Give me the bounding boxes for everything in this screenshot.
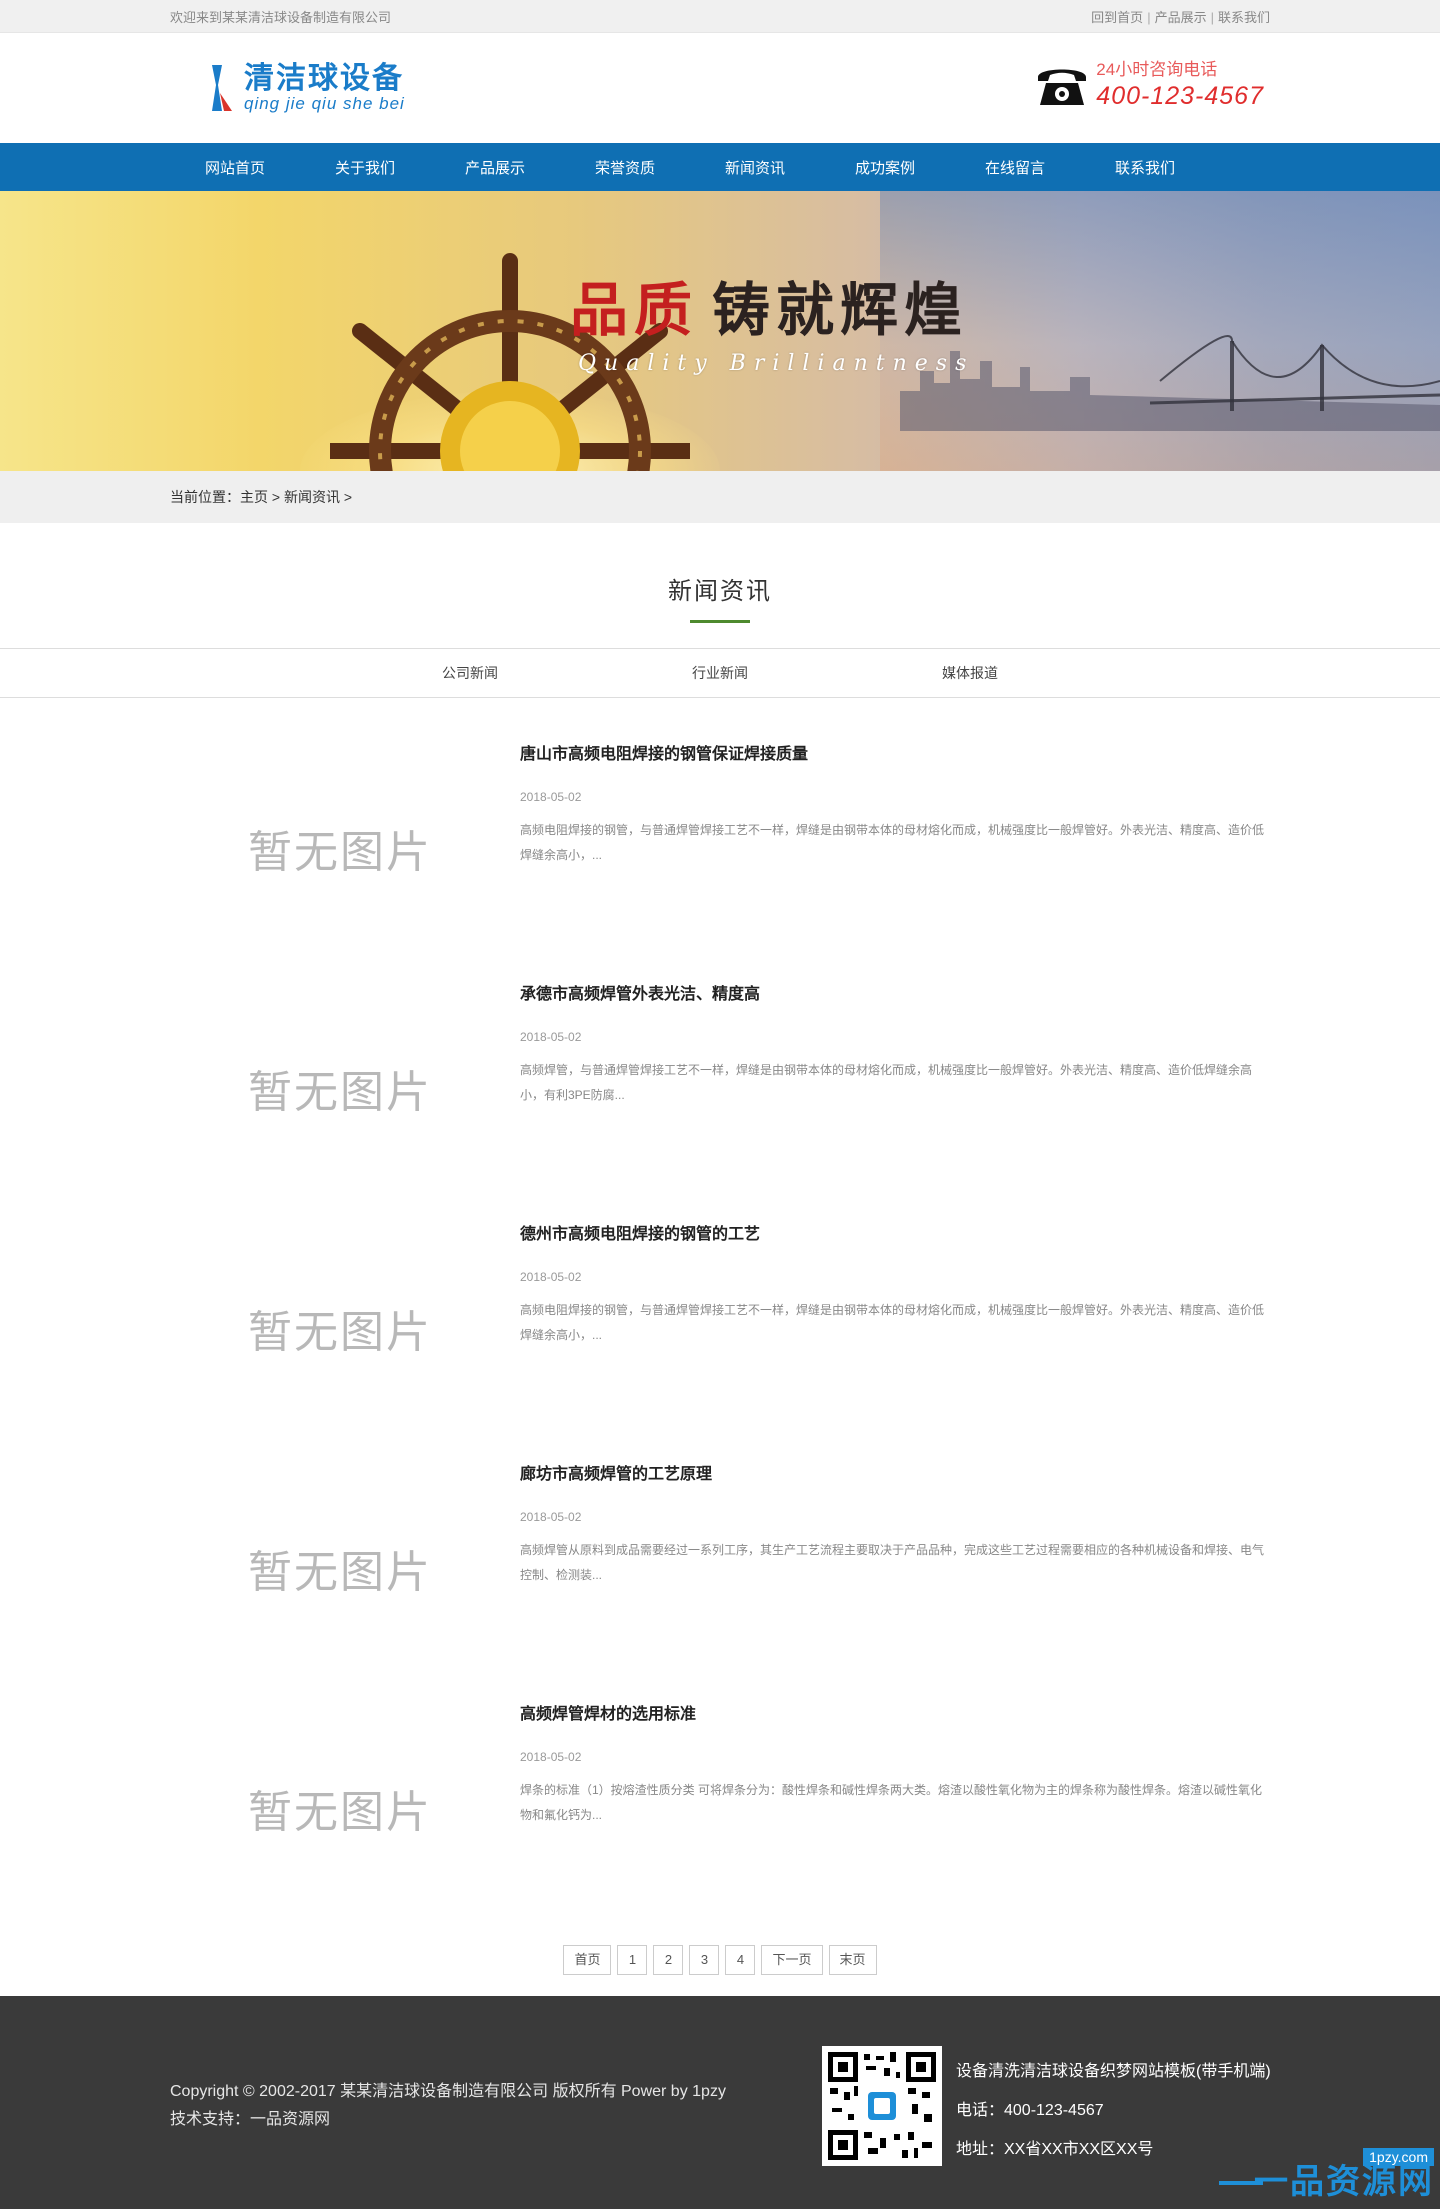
page-next-button[interactable]: 下一页: [761, 1945, 823, 1975]
news-thumbnail[interactable]: 暂无图片: [230, 988, 450, 1188]
top-links: 回到首页 | 产品展示 | 联系我们: [1091, 10, 1270, 25]
news-title[interactable]: 承德市高频焊管外表光洁、精度高: [520, 984, 1270, 1006]
main-nav: 网站首页 关于我们 产品展示 荣誉资质 新闻资讯 成功案例 在线留言 联系我们: [0, 143, 1440, 191]
page-first-button[interactable]: 首页: [563, 1945, 612, 1975]
breadcrumb: 当前位置：主页 > 新闻资讯 >: [0, 471, 1440, 523]
banner-slogan: 品质 铸就辉煌: [570, 263, 968, 347]
news-summary: 高频焊管，与普通焊管焊接工艺不一样，焊缝是由钢带本体的母材熔化而成，机械强度比一…: [520, 1063, 1253, 1102]
news-date: 2018-05-02: [520, 1270, 582, 1284]
page-2-button[interactable]: 2: [653, 1945, 684, 1975]
news-thumbnail[interactable]: 暂无图片: [230, 748, 450, 948]
banner-slogan-red: 品质: [570, 276, 699, 344]
breadcrumb-home[interactable]: 主页: [240, 489, 268, 505]
site-logo[interactable]: 清洁球设备 qing jie qiu she bei: [210, 63, 405, 113]
footer-phone: 电话：400-123-4567: [956, 2102, 1104, 2119]
logo-pinyin: qing jie qiu she bei: [244, 94, 405, 113]
news-thumbnail[interactable]: 暂无图片: [230, 1708, 450, 1908]
banner-subtitle: Quality Brilliantness: [578, 351, 975, 376]
news-summary: 高频焊管从原料到成品需要经过一系列工序，其生产工艺流程主要取决于产品品种，完成这…: [520, 1543, 1265, 1582]
news-thumbnail[interactable]: 暂无图片: [230, 1228, 450, 1428]
hero-banner: 品质 铸就辉煌 Quality Brilliantness: [0, 191, 1440, 471]
logo-mark-icon: [212, 65, 232, 111]
list-item[interactable]: 暂无图片 高频焊管焊材的选用标准 2018-05-02 焊条的标准（1）按熔渣性…: [170, 1688, 1270, 1928]
pagination: 首页 1 2 3 4 下一页 末页: [0, 1945, 1440, 1975]
watermark-name: 一品资源网: [1254, 2163, 1434, 2201]
breadcrumb-current[interactable]: 新闻资讯: [284, 489, 340, 505]
qr-code-image: [822, 2046, 942, 2166]
nav-item-home[interactable]: 网站首页: [170, 157, 300, 178]
news-list: 暂无图片 唐山市高频电阻焊接的钢管保证焊接质量 2018-05-02 高频电阻焊…: [0, 698, 1440, 1928]
nav-item-honors[interactable]: 荣誉资质: [560, 157, 690, 178]
hotline-label: 24小时咨询电话: [1096, 60, 1218, 79]
list-item[interactable]: 暂无图片 廊坊市高频焊管的工艺原理 2018-05-02 高频焊管从原料到成品需…: [170, 1448, 1270, 1688]
tab-industry-news[interactable]: 行业新闻: [595, 663, 845, 683]
page-last-button[interactable]: 末页: [828, 1945, 877, 1975]
list-item[interactable]: 暂无图片 唐山市高频电阻焊接的钢管保证焊接质量 2018-05-02 高频电阻焊…: [170, 728, 1270, 968]
telephone-icon: [1038, 69, 1087, 105]
category-tabs: 公司新闻 行业新闻 媒体报道: [0, 648, 1440, 698]
nav-item-about[interactable]: 关于我们: [300, 157, 430, 178]
hotline-number: 400-123-4567: [1096, 82, 1264, 110]
title-underline: [690, 620, 750, 623]
footer-site-name: 设备清洗清洁球设备织梦网站模板(带手机端): [956, 2063, 1271, 2080]
top-link-home[interactable]: 回到首页: [1091, 10, 1143, 25]
tech-support-text[interactable]: 技术支持：一品资源网: [170, 2106, 726, 2134]
news-thumbnail[interactable]: 暂无图片: [230, 1468, 450, 1668]
nav-item-news[interactable]: 新闻资讯: [690, 157, 820, 178]
page-title: 新闻资讯: [668, 578, 772, 605]
welcome-text: 欢迎来到某某清洁球设备制造有限公司: [170, 10, 392, 25]
tab-company-news[interactable]: 公司新闻: [345, 663, 595, 683]
news-date: 2018-05-02: [520, 1750, 582, 1764]
site-footer: Copyright © 2002-2017 某某清洁球设备制造有限公司 版权所有…: [0, 1996, 1440, 2209]
breadcrumb-prefix: 当前位置：: [170, 489, 240, 505]
hotline: 24小时咨询电话 400-123-4567: [1034, 59, 1264, 111]
nav-item-message[interactable]: 在线留言: [950, 157, 1080, 178]
news-summary: 高频电阻焊接的钢管，与普通焊管焊接工艺不一样，焊缝是由钢带本体的母材熔化而成，机…: [520, 823, 1265, 862]
news-title[interactable]: 高频焊管焊材的选用标准: [520, 1704, 1270, 1726]
watermark-logo: 1pzy.com 一品资源网: [1219, 2148, 1434, 2203]
news-date: 2018-05-02: [520, 790, 582, 804]
news-summary: 焊条的标准（1）按熔渣性质分类 可将焊条分为：酸性焊条和碱性焊条两大类。熔渣以酸…: [520, 1783, 1263, 1822]
list-item[interactable]: 暂无图片 承德市高频焊管外表光洁、精度高 2018-05-02 高频焊管，与普通…: [170, 968, 1270, 1208]
copyright-text: Copyright © 2002-2017 某某清洁球设备制造有限公司 版权所有…: [170, 2083, 726, 2100]
top-link-contact[interactable]: 联系我们: [1218, 10, 1270, 25]
news-title[interactable]: 唐山市高频电阻焊接的钢管保证焊接质量: [520, 744, 1270, 766]
list-item[interactable]: 暂无图片 德州市高频电阻焊接的钢管的工艺 2018-05-02 高频电阻焊接的钢…: [170, 1208, 1270, 1448]
page-1-button[interactable]: 1: [617, 1945, 648, 1975]
news-summary: 高频电阻焊接的钢管，与普通焊管焊接工艺不一样，焊缝是由钢带本体的母材熔化而成，机…: [520, 1303, 1265, 1342]
tab-media-reports[interactable]: 媒体报道: [845, 663, 1095, 683]
news-date: 2018-05-02: [520, 1510, 582, 1524]
news-title[interactable]: 廊坊市高频焊管的工艺原理: [520, 1464, 1270, 1486]
banner-slogan-dark: 铸就辉煌: [712, 276, 969, 344]
city-skyline-image: [900, 335, 1440, 431]
news-date: 2018-05-02: [520, 1030, 582, 1044]
top-strip: 欢迎来到某某清洁球设备制造有限公司 回到首页 | 产品展示 | 联系我们: [0, 0, 1440, 33]
nav-item-cases[interactable]: 成功案例: [820, 157, 950, 178]
page-4-button[interactable]: 4: [725, 1945, 756, 1975]
logo-title: 清洁球设备: [244, 62, 404, 95]
nav-item-products[interactable]: 产品展示: [430, 157, 560, 178]
section-header: 新闻资讯: [0, 523, 1440, 648]
news-title[interactable]: 德州市高频电阻焊接的钢管的工艺: [520, 1224, 1270, 1246]
nav-item-contact[interactable]: 联系我们: [1080, 157, 1210, 178]
top-link-products[interactable]: 产品展示: [1155, 10, 1207, 25]
page-3-button[interactable]: 3: [689, 1945, 720, 1975]
site-header: 清洁球设备 qing jie qiu she bei 24小时咨询电话 400-…: [0, 33, 1440, 143]
